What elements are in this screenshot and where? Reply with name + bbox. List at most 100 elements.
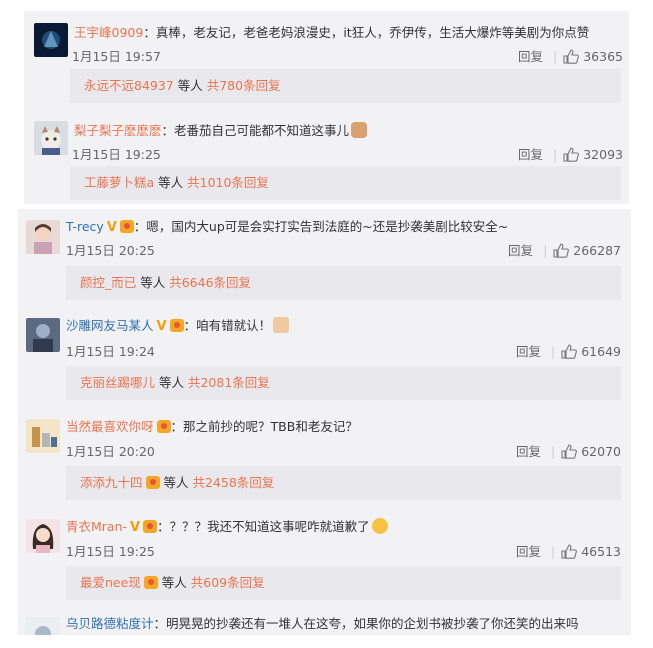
comment-timestamp: 1月15日 19:25 bbox=[66, 544, 155, 559]
comment-timestamp: 1月15日 19:25 bbox=[72, 147, 161, 162]
divider: | bbox=[551, 544, 556, 559]
reply-summary[interactable]: 添添九十四 等人 共2458条回复 bbox=[66, 466, 621, 500]
avatar[interactable] bbox=[26, 220, 60, 254]
colon-separator: ： bbox=[143, 25, 156, 40]
reply-count-link[interactable]: 共2081条回复 bbox=[188, 375, 270, 390]
reply-button[interactable]: 回复 bbox=[516, 344, 541, 359]
laughing-emoji-icon bbox=[371, 518, 388, 534]
comment-text: 真棒，老友记，老爸老妈浪漫史，it狂人，乔伊传，生活大爆炸等美剧为你点赞 bbox=[155, 25, 590, 40]
colon-separator: ： bbox=[133, 219, 147, 234]
colon-separator: ： bbox=[183, 318, 197, 333]
divider: | bbox=[553, 147, 558, 162]
reply-connector: 等人 bbox=[173, 78, 207, 93]
avatar[interactable] bbox=[26, 318, 60, 352]
comment-username[interactable]: 沙雕网友马某人 bbox=[66, 318, 154, 333]
reply-button[interactable]: 回复 bbox=[508, 243, 533, 258]
colon-separator: ： bbox=[157, 519, 170, 534]
divider: | bbox=[553, 49, 558, 64]
reply-connector: 等人 bbox=[154, 175, 188, 190]
colon-separator: ： bbox=[161, 123, 175, 138]
reply-button[interactable]: 回复 bbox=[516, 544, 541, 559]
reply-username[interactable]: 颜控_而已 bbox=[80, 275, 136, 290]
like-count: 36365 bbox=[583, 49, 623, 64]
reply-summary[interactable]: 最爱nee现 等人 共609条回复 bbox=[66, 566, 621, 600]
reply-count-link[interactable]: 共780条回复 bbox=[207, 78, 281, 93]
colon-separator: ： bbox=[153, 616, 167, 631]
comment-text: ？？？我还不知道这事呢咋就道歉了 bbox=[169, 519, 370, 534]
reply-count-link[interactable]: 共1010条回复 bbox=[187, 175, 269, 190]
comment-username[interactable]: 乌贝路德粘度计 bbox=[66, 616, 154, 631]
fan-badge-icon bbox=[169, 319, 184, 332]
reply-summary[interactable]: 颜控_而已 等人 共6646条回复 bbox=[66, 266, 621, 300]
avatar[interactable] bbox=[26, 617, 60, 635]
like-count: 32093 bbox=[583, 147, 623, 162]
comment-item: 当然最喜欢你呀 ：那之前抄的呢？TBB和老友记？ 1月15日 20:20 回复 | 6… bbox=[18, 409, 631, 509]
comment-username[interactable]: 王宇峰0909 bbox=[74, 25, 143, 40]
like-count: 62070 bbox=[581, 444, 621, 459]
avatar[interactable] bbox=[26, 419, 60, 453]
reply-connector: 等人 bbox=[136, 275, 170, 290]
reply-connector: 等人 bbox=[159, 475, 193, 490]
comment-username[interactable]: 梨子梨子麽麽麽 bbox=[74, 123, 162, 138]
comment-username[interactable]: 当然最喜欢你呀 bbox=[66, 419, 154, 434]
comment-timestamp: 1月15日 19:57 bbox=[72, 49, 161, 64]
vip-v-icon: V bbox=[156, 319, 167, 334]
reply-summary[interactable]: 永远不远84937 等人 共780条回复 bbox=[70, 69, 621, 103]
divider: | bbox=[543, 243, 548, 258]
reply-connector: 等人 bbox=[155, 375, 188, 390]
thumbs-up-icon[interactable] bbox=[561, 544, 578, 559]
fan-badge-icon bbox=[119, 220, 134, 233]
colon-separator: ： bbox=[170, 419, 184, 434]
comment-item: T-recy V ：嗯，国内大up可是会实打实告到法庭的~还是抄袭美剧比较安全~ 1… bbox=[18, 209, 631, 309]
thumbs-up-icon[interactable] bbox=[561, 444, 578, 459]
divider: | bbox=[551, 344, 556, 359]
like-count: 266287 bbox=[573, 243, 621, 258]
comment-username[interactable]: 青衣Mran- bbox=[66, 519, 127, 534]
comment-timestamp: 1月15日 20:25 bbox=[66, 243, 155, 258]
thumbs-up-icon[interactable] bbox=[553, 243, 570, 258]
vip-v-icon: V bbox=[106, 220, 117, 235]
avatar[interactable] bbox=[34, 121, 68, 155]
reply-summary[interactable]: 克丽丝踢哪儿 等人 共2081条回复 bbox=[66, 366, 621, 400]
comment-item: 乌贝路德粘度计：明晃晃的抄袭还有一堆人在这夸，如果你的企划书被抄袭了你还笑的出来… bbox=[18, 609, 631, 635]
reply-button[interactable]: 回复 bbox=[518, 147, 543, 162]
comment-text: 明晃晃的抄袭还有一堆人在这夸，如果你的企划书被抄袭了你还笑的出来吗 bbox=[166, 616, 579, 631]
comment-text: 老番茄自己可能都不知道这事儿 bbox=[174, 123, 350, 138]
comment-item: 沙雕网友马某人 V ：咱有错就认！ 1月15日 19:24 回复 | 61649 克丽丝… bbox=[18, 309, 631, 409]
comment-item: 王宇峰0909：真棒，老友记，老爸老妈浪漫史，it狂人，乔伊传，生活大爆炸等美剧… bbox=[24, 11, 629, 109]
comment-panel-bottom: T-recy V ：嗯，国内大up可是会实打实告到法庭的~还是抄袭美剧比较安全~ 1… bbox=[18, 209, 631, 635]
reply-username[interactable]: 最爱nee现 bbox=[80, 575, 141, 590]
reply-count-link[interactable]: 共609条回复 bbox=[191, 575, 265, 590]
cat-emoji-icon bbox=[351, 122, 368, 138]
avatar[interactable] bbox=[34, 23, 68, 57]
reply-username[interactable]: 克丽丝踢哪儿 bbox=[80, 375, 155, 390]
avatar[interactable] bbox=[26, 519, 60, 553]
reply-username[interactable]: 永远不远84937 bbox=[84, 78, 174, 93]
comment-username[interactable]: T-recy bbox=[66, 219, 104, 234]
reply-count-link[interactable]: 共2458条回复 bbox=[192, 475, 274, 490]
reply-username[interactable]: 工藤萝卜糕a bbox=[84, 175, 154, 190]
like-count: 46513 bbox=[581, 544, 621, 559]
comment-timestamp: 1月15日 19:24 bbox=[66, 344, 155, 359]
fan-badge-icon bbox=[145, 476, 160, 489]
fan-badge-icon bbox=[143, 576, 158, 589]
thumbs-up-icon[interactable] bbox=[563, 49, 580, 64]
comment-text: 嗯，国内大up可是会实打实告到法庭的~还是抄袭美剧比较安全~ bbox=[146, 219, 509, 234]
reply-button[interactable]: 回复 bbox=[516, 444, 541, 459]
divider: | bbox=[551, 444, 556, 459]
comment-text: 咱有错就认！ bbox=[196, 318, 272, 333]
comment-text: 那之前抄的呢？TBB和老友记？ bbox=[183, 419, 358, 434]
comment-item: 梨子梨子麽麽麽：老番茄自己可能都不知道这事儿 1月15日 19:25 回复 | 32… bbox=[24, 109, 629, 204]
thumbs-up-icon[interactable] bbox=[561, 344, 578, 359]
reply-summary[interactable]: 工藤萝卜糕a 等人 共1010条回复 bbox=[70, 166, 621, 200]
vip-v-icon: V bbox=[130, 520, 141, 535]
reply-button[interactable]: 回复 bbox=[518, 49, 543, 64]
thumbs-up-emoji-icon bbox=[273, 317, 290, 333]
reply-username[interactable]: 添添九十四 bbox=[80, 475, 143, 490]
thumbs-up-icon[interactable] bbox=[563, 147, 580, 162]
comment-item: 青衣Mran- V ：？？？我还不知道这事呢咋就道歉了 1月15日 19:25 回复… bbox=[18, 509, 631, 609]
reply-count-link[interactable]: 共6646条回复 bbox=[169, 275, 251, 290]
reply-connector: 等人 bbox=[157, 575, 191, 590]
comment-timestamp: 1月15日 20:20 bbox=[66, 444, 155, 459]
fan-badge-icon bbox=[156, 420, 171, 433]
